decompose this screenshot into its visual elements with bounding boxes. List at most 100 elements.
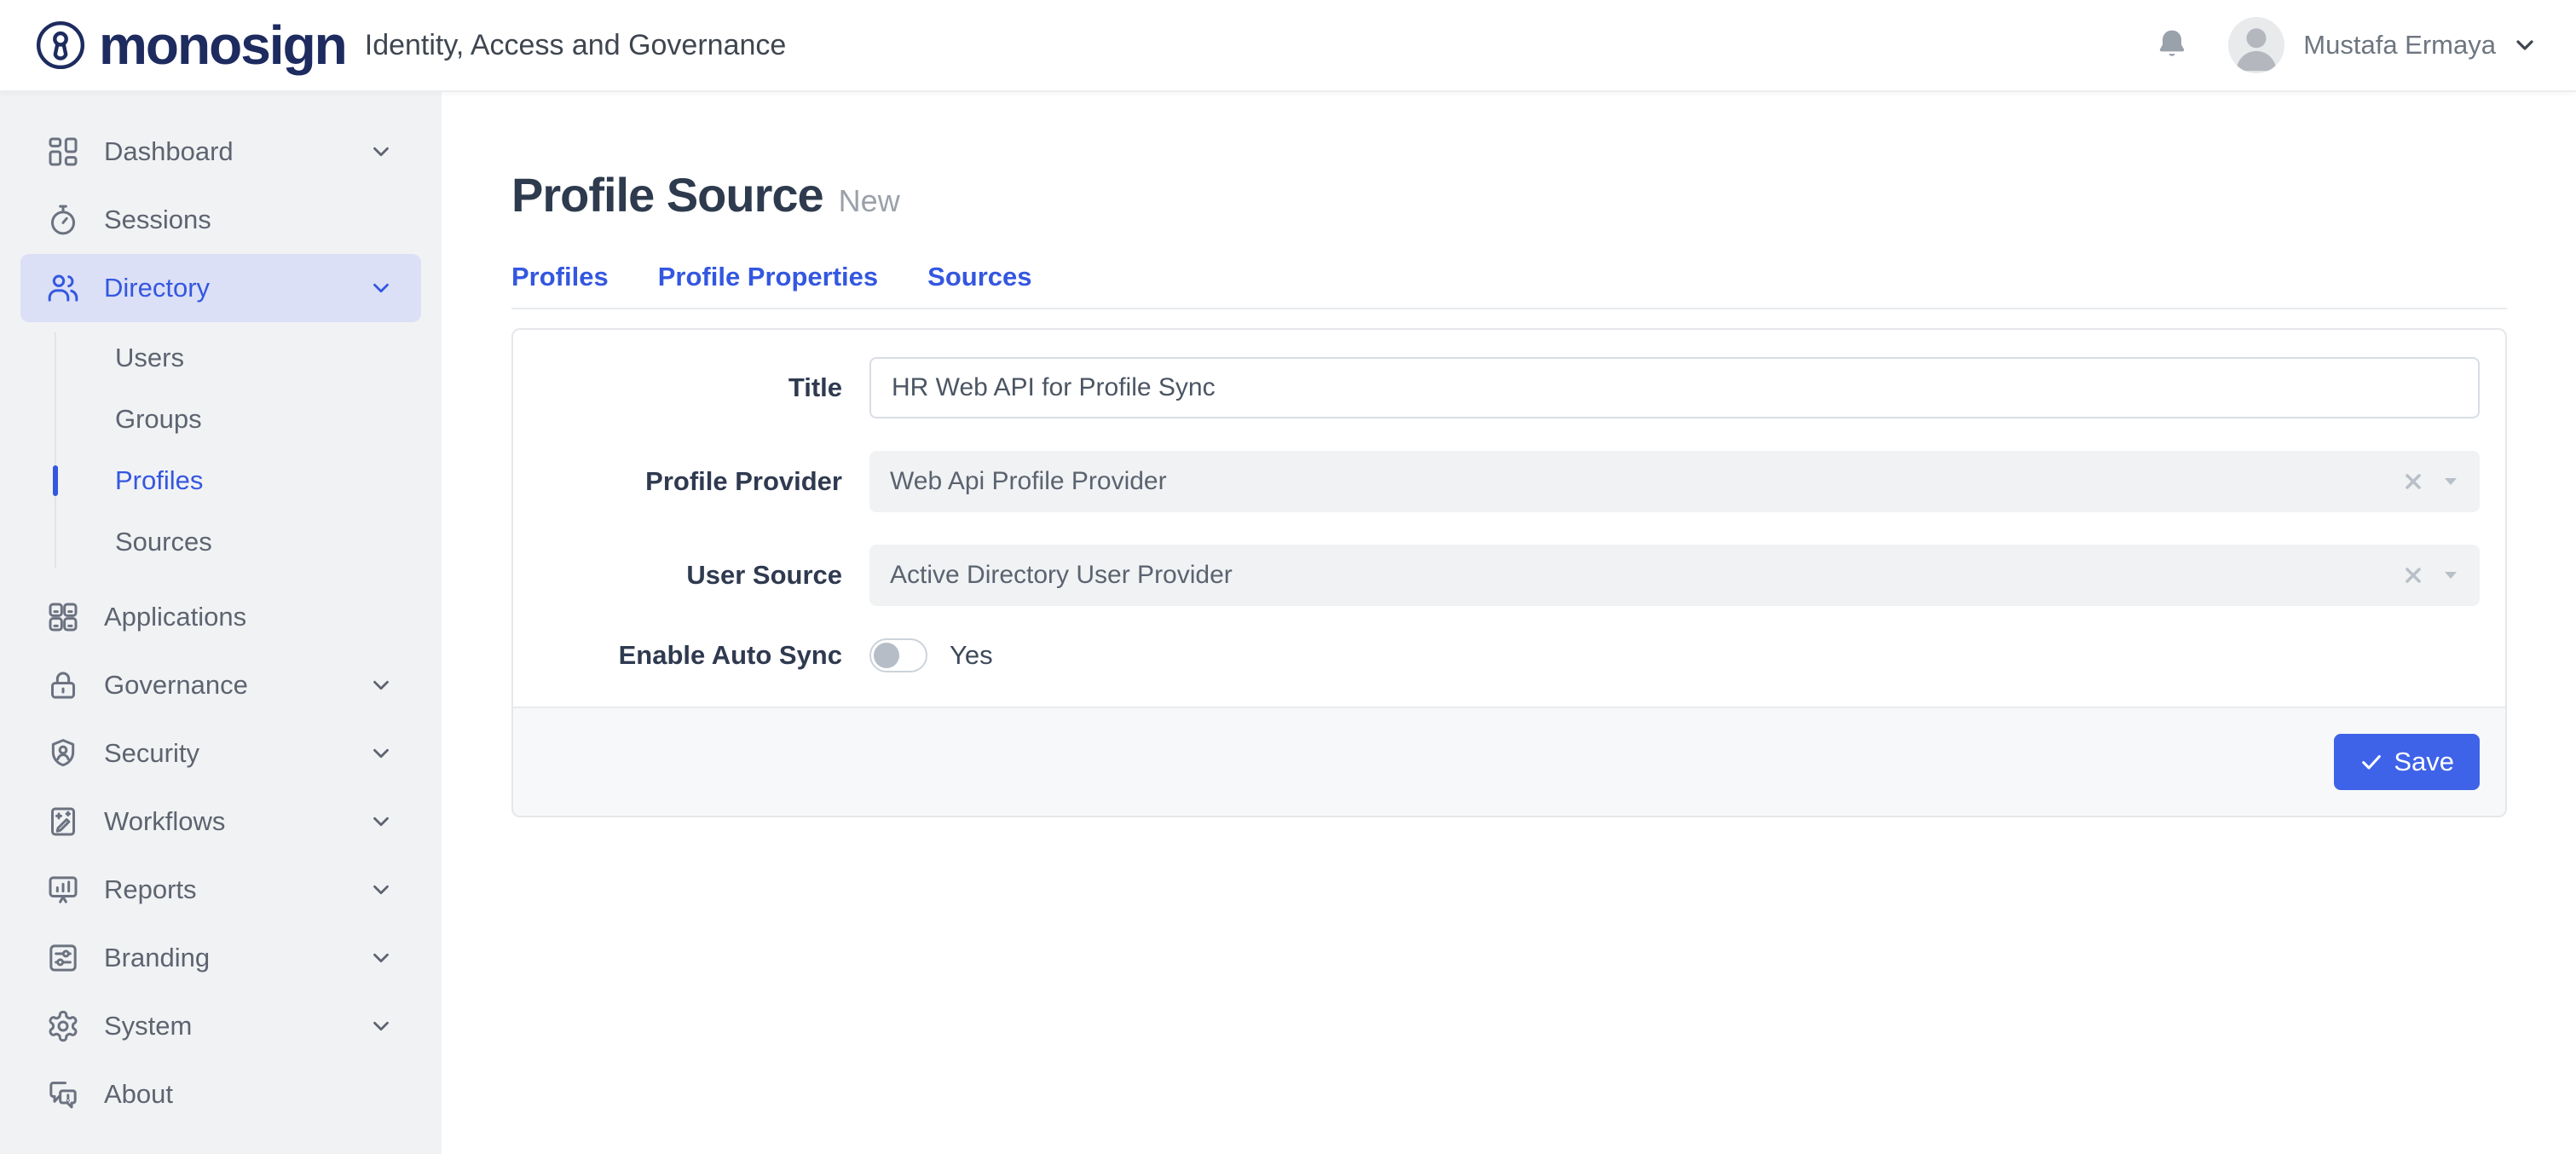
sub-item-label: Profiles xyxy=(115,465,203,496)
sidebar-item-sources[interactable]: Sources xyxy=(0,511,442,573)
sidebar-item-label: System xyxy=(104,1011,192,1041)
save-button-label: Save xyxy=(2394,747,2454,777)
gear-icon xyxy=(46,1009,80,1043)
chevron-down-icon xyxy=(368,672,394,698)
sidebar-item-applications[interactable]: Applications xyxy=(0,583,442,651)
header-actions: Mustafa Ermaya xyxy=(2153,17,2538,73)
main-content: Profile Source New Profiles Profile Prop… xyxy=(442,92,2576,1154)
sliders-icon xyxy=(46,941,80,975)
toggle-knob xyxy=(874,643,899,668)
sidebar-item-security[interactable]: Security xyxy=(0,719,442,788)
sidebar: Dashboard Sessions Directory xyxy=(0,92,442,1154)
user-source-select[interactable]: Active Directory User Provider xyxy=(869,545,2480,606)
app-body: Dashboard Sessions Directory xyxy=(0,92,2576,1154)
sidebar-item-label: Branding xyxy=(104,943,210,973)
sidebar-item-label: About xyxy=(104,1079,173,1110)
sidebar-item-workflows[interactable]: Workflows xyxy=(0,788,442,856)
title-row: Title xyxy=(539,357,2480,418)
page-subtitle: New xyxy=(839,183,900,219)
profile-source-form-card: Title Profile Provider Web Api Profile P… xyxy=(511,328,2507,817)
sidebar-item-label: Governance xyxy=(104,670,248,701)
sidebar-item-users[interactable]: Users xyxy=(0,327,442,389)
sub-item-label: Groups xyxy=(115,404,202,435)
sidebar-item-branding[interactable]: Branding xyxy=(0,924,442,992)
chevron-down-icon[interactable] xyxy=(2511,32,2538,59)
profile-provider-value: Web Api Profile Provider xyxy=(890,467,2401,496)
profile-provider-select[interactable]: Web Api Profile Provider xyxy=(869,451,2480,512)
directory-sub-list: Users Groups Profiles Sources xyxy=(0,327,442,573)
form-footer: Save xyxy=(513,707,2505,816)
tabs-divider xyxy=(511,308,2507,309)
dashboard-icon xyxy=(46,135,80,169)
auto-sync-state: Yes xyxy=(950,640,993,671)
title-input[interactable] xyxy=(869,357,2480,418)
clear-x-icon[interactable] xyxy=(2401,563,2425,587)
sidebar-item-label: Security xyxy=(104,738,199,769)
monosign-keyhole-icon xyxy=(34,19,87,72)
page-title-row: Profile Source New xyxy=(511,167,2507,222)
chevron-down-icon xyxy=(368,877,394,903)
bell-icon[interactable] xyxy=(2153,26,2191,64)
sub-item-label: Users xyxy=(115,343,184,373)
user-source-label: User Source xyxy=(539,560,842,591)
caret-down-icon[interactable] xyxy=(2442,569,2459,581)
chevron-down-icon xyxy=(368,945,394,971)
workflow-icon xyxy=(46,805,80,839)
user-name[interactable]: Mustafa Ermaya xyxy=(2303,30,2496,61)
profile-provider-field-wrap: Web Api Profile Provider xyxy=(869,451,2480,512)
brand-wordmark: monosign xyxy=(99,14,346,77)
sidebar-item-label: Applications xyxy=(104,602,246,632)
brand-tagline: Identity, Access and Governance xyxy=(365,29,787,62)
tab-profiles[interactable]: Profiles xyxy=(511,262,609,292)
sidebar-item-about[interactable]: About xyxy=(0,1060,442,1128)
sidebar-item-label: Sessions xyxy=(104,205,211,235)
users-icon xyxy=(46,271,80,305)
clear-x-icon[interactable] xyxy=(2401,470,2425,493)
help-icon xyxy=(46,1077,80,1111)
avatar-person-icon xyxy=(2228,17,2284,73)
sidebar-item-label: Dashboard xyxy=(104,136,234,167)
chevron-down-icon xyxy=(368,809,394,834)
app-screen: monosign Identity, Access and Governance… xyxy=(0,0,2576,1154)
avatar[interactable] xyxy=(2228,17,2284,73)
sidebar-item-governance[interactable]: Governance xyxy=(0,651,442,719)
sidebar-item-profiles[interactable]: Profiles xyxy=(0,450,442,511)
tab-profile-properties[interactable]: Profile Properties xyxy=(658,262,878,292)
profile-provider-row: Profile Provider Web Api Profile Provide… xyxy=(539,451,2480,512)
sidebar-item-label: Workflows xyxy=(104,806,225,837)
sidebar-item-dashboard[interactable]: Dashboard xyxy=(0,118,442,186)
tab-bar: Profiles Profile Properties Sources xyxy=(511,262,2507,292)
sidebar-item-reports[interactable]: Reports xyxy=(0,856,442,924)
stopwatch-icon xyxy=(46,203,80,237)
sub-item-label: Sources xyxy=(115,527,212,557)
title-label: Title xyxy=(539,372,842,403)
sidebar-item-system[interactable]: System xyxy=(0,992,442,1060)
brand-logo[interactable]: monosign Identity, Access and Governance xyxy=(34,14,786,77)
profile-provider-label: Profile Provider xyxy=(539,466,842,497)
sidebar-item-sessions[interactable]: Sessions xyxy=(0,186,442,254)
sidebar-item-label: Reports xyxy=(104,874,197,905)
apps-icon xyxy=(46,600,80,634)
shield-icon xyxy=(46,736,80,770)
tab-sources[interactable]: Sources xyxy=(927,262,1031,292)
sidebar-item-directory[interactable]: Directory xyxy=(20,254,421,322)
active-item-marker xyxy=(53,465,58,496)
user-source-field-wrap: Active Directory User Provider xyxy=(869,545,2480,606)
form-body: Title Profile Provider Web Api Profile P… xyxy=(513,330,2505,707)
save-button[interactable]: Save xyxy=(2334,734,2480,790)
chevron-down-icon xyxy=(368,1013,394,1039)
title-field-wrap xyxy=(869,357,2480,418)
user-source-value: Active Directory User Provider xyxy=(890,561,2401,590)
chevron-down-icon xyxy=(368,741,394,766)
page-title: Profile Source xyxy=(511,167,823,222)
auto-sync-toggle[interactable] xyxy=(869,638,927,672)
reports-icon xyxy=(46,873,80,907)
check-icon xyxy=(2359,750,2383,774)
lock-icon xyxy=(46,668,80,702)
sidebar-item-label: Directory xyxy=(104,273,210,303)
caret-down-icon[interactable] xyxy=(2442,476,2459,488)
sidebar-item-groups[interactable]: Groups xyxy=(0,389,442,450)
chevron-down-icon xyxy=(368,139,394,164)
user-source-row: User Source Active Directory User Provid… xyxy=(539,545,2480,606)
top-header: monosign Identity, Access and Governance… xyxy=(0,0,2576,92)
